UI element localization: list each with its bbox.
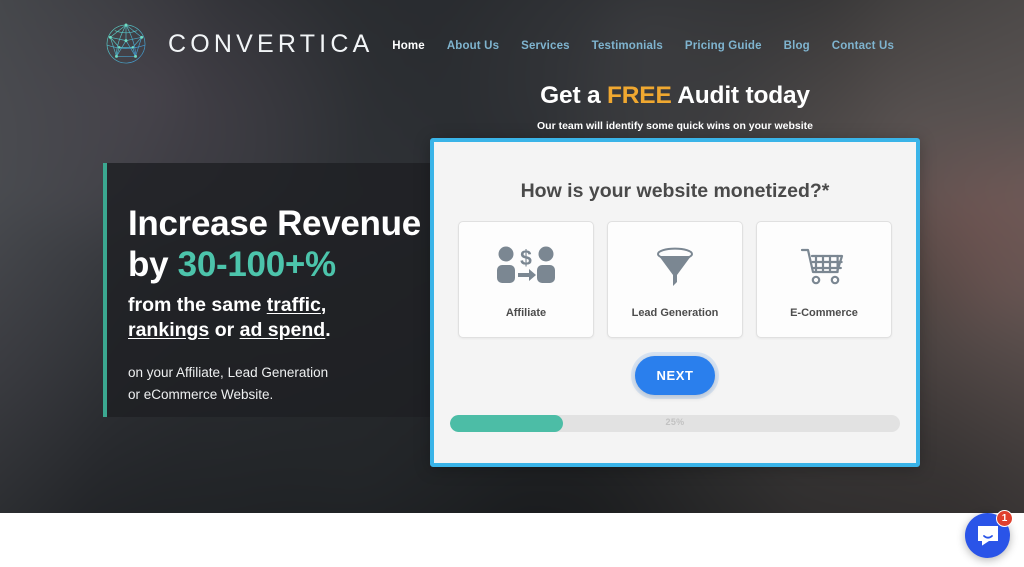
funnel-icon <box>652 241 698 293</box>
site-header: CONVERTICA Home About Us Services Testim… <box>0 0 1024 88</box>
chat-bubble-icon <box>977 526 998 546</box>
next-button[interactable]: NEXT <box>635 356 715 395</box>
promo-body-line2: or eCommerce Website. <box>128 387 274 402</box>
nav-item-contact-us[interactable]: Contact Us <box>832 40 894 52</box>
promo-sub-traffic: traffic <box>266 294 321 316</box>
promo-sub-b: , <box>320 294 327 316</box>
affiliate-people-dollar-icon: $ <box>495 241 557 293</box>
option-e-commerce-label: E-Commerce <box>790 306 858 319</box>
nav-item-blog[interactable]: Blog <box>784 40 810 52</box>
option-affiliate-label: Affiliate <box>505 306 547 319</box>
audit-subtitle: Our team will identify some quick wins o… <box>537 120 813 132</box>
audit-headline-block: Get a FREE Audit today Our team will ide… <box>430 82 920 132</box>
option-affiliate[interactable]: $ Affiliate <box>458 221 594 338</box>
promo-sub-mid: or <box>209 319 240 341</box>
next-button-row: NEXT <box>434 356 916 395</box>
nav-item-about-us[interactable]: About Us <box>447 40 499 52</box>
promo-heading-line1: Increase Revenue <box>128 204 421 243</box>
chat-widget: 1 <box>965 510 1013 558</box>
monetization-options: $ Affiliate Lead Generation E-Commerce <box>434 221 916 338</box>
promo-percentage: 30-100+% <box>177 245 336 284</box>
nav-item-home[interactable]: Home <box>392 40 425 52</box>
progress-bar: 25% <box>450 415 900 432</box>
chat-unread-badge: 1 <box>996 510 1013 527</box>
promo-sub-end: . <box>325 319 331 341</box>
nav-item-pricing-guide[interactable]: Pricing Guide <box>685 40 762 52</box>
nav-item-services[interactable]: Services <box>521 40 570 52</box>
option-lead-generation[interactable]: Lead Generation <box>607 221 743 338</box>
nav-item-testimonials[interactable]: Testimonials <box>592 40 663 52</box>
promo-sub-adspend: ad spend <box>239 319 326 341</box>
option-e-commerce[interactable]: E-Commerce <box>756 221 892 338</box>
promo-sub-rankings: rankings <box>128 319 210 341</box>
below-fold-section <box>0 513 1024 567</box>
promo-sub-a: from the same <box>128 294 267 316</box>
promo-body-line1: on your Affiliate, Lead Generation <box>128 365 329 380</box>
option-lead-generation-label: Lead Generation <box>631 306 719 319</box>
hero-section: CONVERTICA Home About Us Services Testim… <box>0 0 1024 513</box>
shopping-cart-icon <box>799 241 849 293</box>
main-navigation: Home About Us Services Testimonials Pric… <box>392 36 972 52</box>
network-sphere-icon <box>106 23 146 64</box>
form-question: How is your website monetized?* <box>520 180 830 202</box>
promo-heading-prefix: by <box>128 245 178 284</box>
audit-form-card: How is your website monetized?* $ Affili… <box>430 138 920 467</box>
svg-text:$: $ <box>520 247 532 270</box>
progress-row: 25% <box>434 415 916 432</box>
brand-name: CONVERTICA <box>168 29 374 58</box>
brand-logo[interactable]: CONVERTICA <box>98 16 373 72</box>
progress-label: 25% <box>665 417 685 427</box>
